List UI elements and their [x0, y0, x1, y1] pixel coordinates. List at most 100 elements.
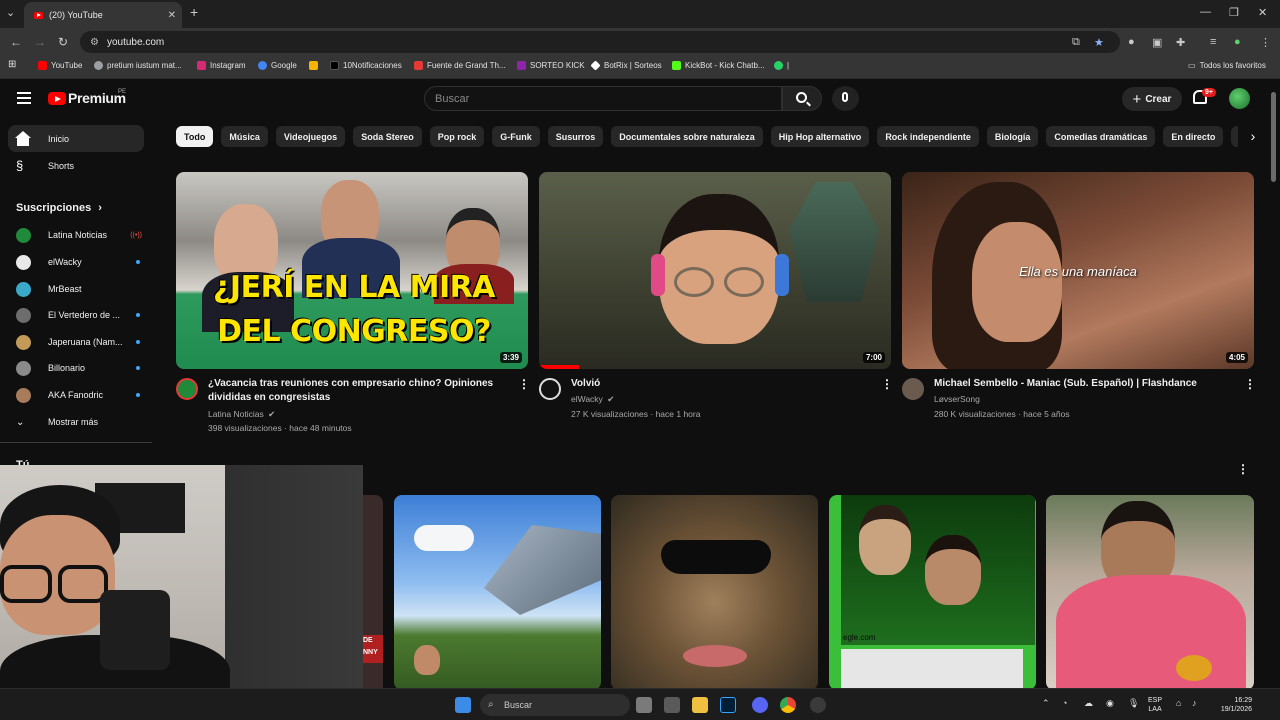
- sidebar-item-shorts[interactable]: § Shorts: [8, 152, 144, 179]
- bookmark-gta-font[interactable]: Fuente de Grand Th...: [414, 61, 506, 70]
- more-options-icon[interactable]: ⋮: [1244, 377, 1256, 391]
- tab-close-icon[interactable]: ✕: [168, 10, 176, 21]
- show-more-button[interactable]: ⌄ Mostrar más: [8, 409, 144, 435]
- chip-soda-stereo[interactable]: Soda Stereo: [353, 126, 422, 147]
- taskbar-search[interactable]: ⌕ Buscar: [480, 694, 630, 716]
- chip-videojuegos[interactable]: Videojuegos: [275, 126, 346, 147]
- video-thumbnail[interactable]: Ella es una maníaca 4:05: [902, 172, 1254, 369]
- short-thumbnail[interactable]: DE NNY: [363, 495, 383, 690]
- minimize-icon[interactable]: —: [1200, 6, 1211, 18]
- bookmark-botrix[interactable]: BotRix | Sorteos: [590, 60, 662, 71]
- chip-biología[interactable]: Biología: [986, 126, 1039, 147]
- language-indicator[interactable]: ESP LAA: [1148, 696, 1162, 714]
- new-tab-icon[interactable]: +: [190, 4, 198, 20]
- taskbar-clock[interactable]: 16:29 19/1/2026: [1208, 696, 1252, 714]
- subscription-item[interactable]: MrBeast: [8, 276, 144, 302]
- bookmark-10notificaciones[interactable]: 10Notificaciones: [330, 61, 402, 70]
- file-explorer-icon[interactable]: [692, 697, 708, 713]
- tray-icon[interactable]: ◔: [1062, 698, 1067, 708]
- close-window-icon[interactable]: ✕: [1258, 6, 1267, 19]
- chip-g-funk[interactable]: G-Funk: [492, 126, 540, 147]
- app-icon[interactable]: [664, 697, 680, 713]
- discord-icon[interactable]: [752, 697, 768, 713]
- bookmark-instagram[interactable]: Instagram: [197, 61, 246, 70]
- tray-chevron-icon[interactable]: ⌃: [1042, 698, 1050, 709]
- chip-susurros[interactable]: Susurros: [547, 126, 604, 147]
- chip-documentales-sobre-naturaleza[interactable]: Documentales sobre naturaleza: [611, 126, 763, 147]
- video-thumbnail[interactable]: 7:00: [539, 172, 891, 369]
- subscription-item[interactable]: elWacky: [8, 249, 144, 275]
- volume-icon[interactable]: ♪: [1192, 698, 1197, 708]
- video-channel[interactable]: Latina Noticias ✔: [208, 407, 275, 421]
- chip-en-directo[interactable]: En directo: [1163, 126, 1224, 147]
- short-thumbnail[interactable]: [1046, 495, 1254, 690]
- extension-1-icon[interactable]: ●: [1128, 36, 1135, 48]
- sidebar-item-inicio[interactable]: Inicio: [8, 125, 144, 152]
- chip-rock-independiente[interactable]: Rock independiente: [877, 126, 979, 147]
- extensions-puzzle-icon[interactable]: ✚: [1176, 36, 1185, 49]
- tray-icon[interactable]: ◉: [1106, 698, 1114, 709]
- video-channel[interactable]: LøvserSong: [934, 392, 980, 406]
- install-app-icon[interactable]: ⧉: [1072, 36, 1080, 49]
- browser-menu-icon[interactable]: ⋮: [1260, 36, 1271, 49]
- page-scrollbar[interactable]: [1271, 92, 1276, 182]
- restore-icon[interactable]: ❐: [1229, 6, 1239, 19]
- subscriptions-heading[interactable]: Suscripciones ›: [16, 202, 102, 214]
- channel-avatar[interactable]: [539, 378, 561, 400]
- reload-icon[interactable]: ↻: [58, 35, 68, 49]
- create-button[interactable]: + Crear: [1122, 87, 1182, 111]
- menu-icon[interactable]: [17, 92, 31, 104]
- task-view-icon[interactable]: [636, 697, 652, 713]
- bookmark-youtube[interactable]: YouTube: [38, 61, 82, 70]
- chip-todo[interactable]: Todo: [176, 126, 214, 147]
- address-bar[interactable]: ⚙ youtube.com: [80, 31, 1120, 53]
- tray-icon[interactable]: ☁: [1084, 698, 1093, 709]
- profile-icon[interactable]: ●: [1234, 36, 1241, 48]
- short-thumbnail[interactable]: egle.com: [829, 495, 1036, 690]
- short-thumbnail[interactable]: [394, 495, 601, 690]
- bookmark-sorteo-kick[interactable]: SORTEO KICK: [517, 61, 585, 70]
- back-icon[interactable]: ←: [10, 35, 22, 49]
- bookmark-pinwheel[interactable]: [309, 61, 322, 70]
- all-bookmarks-folder[interactable]: ▭ Todos los favoritos: [1188, 61, 1266, 70]
- account-avatar[interactable]: [1229, 88, 1250, 109]
- video-thumbnail[interactable]: ¿JERÍ EN LA MIRA DEL CONGRESO? 3:39: [176, 172, 528, 369]
- subscription-item[interactable]: Billonario: [8, 355, 144, 381]
- subscription-item[interactable]: Latina Noticias ((•)): [8, 222, 144, 248]
- chrome-icon[interactable]: [780, 697, 796, 713]
- bookmark-whatsapp[interactable]: |: [774, 61, 789, 70]
- short-thumbnail[interactable]: [611, 495, 818, 690]
- video-channel[interactable]: elWacky ✔: [571, 392, 614, 406]
- site-info-icon[interactable]: ⚙: [90, 37, 99, 48]
- photoshop-icon[interactable]: [720, 697, 736, 713]
- channel-avatar[interactable]: [176, 378, 198, 400]
- windows-start-icon[interactable]: [455, 697, 471, 713]
- video-title[interactable]: ¿Vacancia tras reuniones con empresario …: [208, 377, 508, 405]
- app-icon[interactable]: [810, 697, 826, 713]
- subscription-item[interactable]: AKA Fanodric: [8, 382, 144, 408]
- voice-search-button[interactable]: [832, 86, 859, 111]
- chip-música[interactable]: Música: [221, 126, 268, 147]
- tab-search-icon[interactable]: ⌄: [6, 6, 15, 19]
- chip-pop-rock[interactable]: Pop rock: [429, 126, 485, 147]
- network-icon[interactable]: ⌂: [1176, 698, 1181, 708]
- bookmark-pretium[interactable]: pretium iustum mat...: [94, 61, 182, 70]
- apps-grid-icon[interactable]: ⊞: [8, 59, 16, 70]
- video-title[interactable]: Volvió: [571, 377, 871, 391]
- bookmark-google[interactable]: Google: [258, 61, 297, 70]
- video-title[interactable]: Michael Sembello - Maniac (Sub. Español)…: [934, 377, 1234, 391]
- subscription-item[interactable]: El Vertedero de ...: [8, 302, 144, 328]
- reading-list-icon[interactable]: ≡: [1210, 36, 1216, 48]
- channel-avatar[interactable]: [902, 378, 924, 400]
- chevron-right-icon[interactable]: ›: [1238, 126, 1268, 148]
- youtube-logo-icon[interactable]: [48, 92, 66, 105]
- search-button[interactable]: [782, 86, 822, 111]
- search-input[interactable]: Buscar: [424, 86, 782, 111]
- bookmark-star-icon[interactable]: ★: [1094, 36, 1104, 49]
- shelf-more-options-icon[interactable]: ⋮: [1237, 462, 1249, 476]
- browser-tab[interactable]: (20) YouTube ✕: [24, 2, 182, 28]
- extension-2-icon[interactable]: ▣: [1152, 36, 1162, 49]
- more-options-icon[interactable]: ⋮: [881, 377, 893, 391]
- forward-icon[interactable]: →: [34, 35, 46, 49]
- chip-comedias-dramáticas[interactable]: Comedias dramáticas: [1046, 126, 1156, 147]
